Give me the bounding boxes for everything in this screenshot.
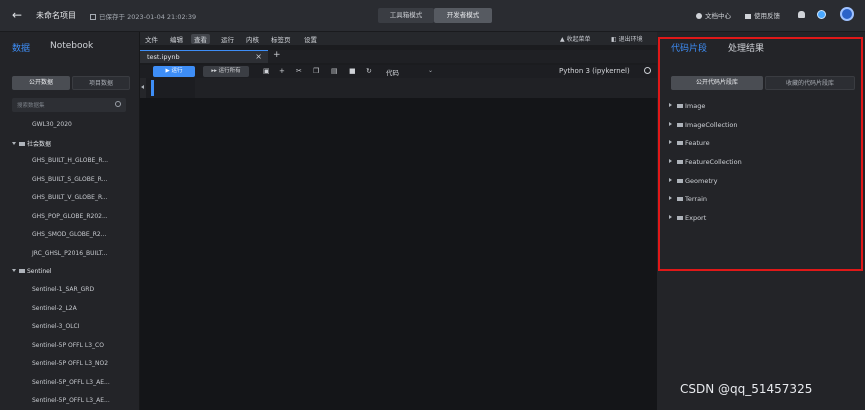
dataset-item[interactable]: Sentinel-5P OFFL L3_NO2 — [32, 360, 108, 367]
search-placeholder: 搜索数据集 — [17, 103, 45, 109]
folder-icon — [19, 142, 25, 146]
active-cell-marker — [151, 80, 154, 96]
tab-data[interactable]: 数据 — [12, 41, 30, 54]
chevron-down-icon — [12, 269, 16, 272]
feedback-link[interactable]: 使用反馈 — [745, 10, 780, 20]
watermark: CSDN @qq_51457325 — [680, 382, 813, 396]
save-icon[interactable]: ▣ — [263, 67, 270, 75]
tab-notebook[interactable]: Notebook — [50, 41, 93, 51]
notebook-toolbar: ▶ 运行 ▸▸ 运行所有 ▣ + ✂ ❐ ▤ ■ ↻ 代码 ⌄ Python 3… — [140, 65, 657, 78]
tab-label: test.ipynb — [147, 53, 180, 61]
toolbox-mode-button[interactable]: 工具箱模式 — [378, 8, 434, 23]
save-icon — [90, 14, 96, 20]
search-icon[interactable] — [115, 101, 121, 107]
saved-status-text: 已保存于 2023-01-04 21:02:39 — [99, 13, 197, 21]
menu-file[interactable]: 文件 — [145, 34, 158, 44]
close-icon[interactable]: × — [255, 52, 262, 61]
add-cell-icon[interactable]: + — [279, 67, 285, 75]
project-title[interactable]: 未命名项目 — [36, 10, 76, 21]
saved-status: 已保存于 2023-01-04 21:02:39 — [90, 11, 196, 21]
group-label: 社会数据 — [27, 141, 52, 148]
chevron-down-icon[interactable]: ⌄ — [428, 67, 433, 74]
cell-collapse-handle[interactable] — [140, 78, 146, 98]
highlight-box — [658, 37, 863, 271]
avatar[interactable] — [840, 7, 854, 21]
menu-edit[interactable]: 编辑 — [170, 34, 183, 44]
cell-type-select[interactable]: 代码 — [386, 67, 399, 77]
dataset-group-sentinel[interactable]: Sentinel — [12, 268, 51, 275]
folder-icon — [19, 269, 25, 273]
notebook-tabbar: test.ipynb × + — [140, 50, 657, 63]
paste-icon[interactable]: ▤ — [331, 67, 338, 75]
exit-environment-label: 退出环境 — [618, 36, 643, 43]
notebook-cell-area[interactable] — [140, 78, 657, 410]
add-tab-button[interactable]: + — [273, 50, 281, 60]
globe-icon[interactable] — [817, 10, 826, 19]
feedback-label: 使用反馈 — [754, 12, 780, 20]
menu-kernel[interactable]: 内核 — [246, 34, 259, 44]
tab-test-ipynb[interactable]: test.ipynb × — [140, 50, 268, 63]
dataset-item[interactable]: Sentinel-5P_OFFL L3_AE... — [32, 379, 110, 386]
dataset-item[interactable]: JRC_GHSL_P2016_BUILT... — [32, 250, 108, 257]
doc-center-label: 文档中心 — [705, 12, 731, 20]
public-data-button[interactable]: 公开数据 — [12, 76, 70, 90]
location-pin-icon — [696, 13, 702, 19]
copy-icon[interactable]: ❐ — [313, 67, 319, 75]
cut-icon[interactable]: ✂ — [296, 67, 302, 75]
doc-center-link[interactable]: 文档中心 — [696, 10, 731, 20]
stop-icon[interactable]: ■ — [349, 67, 356, 75]
code-cell-input[interactable] — [195, 78, 657, 98]
feedback-icon — [745, 14, 751, 19]
menu-settings[interactable]: 设置 — [304, 34, 317, 44]
collapse-menu-button[interactable]: ▲ 收起菜单 — [560, 34, 591, 43]
kernel-status-icon — [644, 67, 651, 74]
dataset-item[interactable]: GHS_BUILT_H_GLOBE_R... — [32, 157, 108, 164]
developer-mode-button[interactable]: 开发者模式 — [434, 8, 492, 23]
group-label: Sentinel — [27, 268, 52, 275]
left-panel-tabs: 数据 Notebook — [0, 32, 140, 60]
bell-icon[interactable] — [798, 11, 805, 18]
dataset-item[interactable]: GHS_POP_GLOBE_R202... — [32, 213, 108, 220]
dataset-item[interactable]: Sentinel-5P_OFFL L3_AE... — [32, 397, 110, 404]
dataset-item[interactable]: GWL30_2020 — [32, 121, 72, 128]
left-panel: 数据 Notebook 公开数据 项目数据 搜索数据集 GWL30_2020 社… — [0, 32, 140, 410]
back-button[interactable]: ← — [12, 8, 22, 22]
run-button[interactable]: ▶ 运行 — [153, 66, 195, 77]
dataset-item[interactable]: Sentinel-5P OFFL L3_CO — [32, 342, 104, 349]
menu-tabs[interactable]: 标签页 — [271, 34, 291, 44]
run-all-button[interactable]: ▸▸ 运行所有 — [203, 66, 249, 77]
notebook-menubar: 文件 编辑 查看 运行 内核 标签页 设置 ▲ 收起菜单 ◧ 退出环境 — [140, 32, 657, 45]
code-cell[interactable] — [140, 78, 657, 98]
exit-environment-button[interactable]: ◧ 退出环境 — [611, 34, 643, 43]
top-bar: ← 未命名项目 已保存于 2023-01-04 21:02:39 工具箱模式 开… — [0, 0, 865, 32]
dataset-item[interactable]: Sentinel-2_L2A — [32, 305, 77, 312]
dataset-item[interactable]: Sentinel-1_SAR_GRD — [32, 286, 94, 293]
exit-icon: ◧ — [611, 36, 619, 43]
chevron-down-icon — [12, 142, 16, 145]
dataset-item[interactable]: GHS_BUILT_S_GLOBE_R... — [32, 176, 107, 183]
collapse-menu-label: 收起菜单 — [566, 36, 591, 43]
dataset-item[interactable]: GHS_SMOD_GLOBE_R2... — [32, 231, 106, 238]
dataset-item[interactable]: Sentinel-3_OLCI — [32, 323, 80, 330]
dataset-item[interactable]: GHS_BUILT_V_GLOBE_R... — [32, 194, 108, 201]
dataset-search-input[interactable]: 搜索数据集 — [12, 98, 126, 112]
restart-icon[interactable]: ↻ — [366, 67, 372, 75]
kernel-name[interactable]: Python 3 (ipykernel) — [559, 67, 630, 75]
dataset-group-social[interactable]: 社会数据 — [12, 139, 51, 148]
menu-view[interactable]: 查看 — [191, 34, 210, 44]
menu-run[interactable]: 运行 — [221, 34, 234, 44]
project-data-button[interactable]: 项目数据 — [72, 76, 130, 90]
